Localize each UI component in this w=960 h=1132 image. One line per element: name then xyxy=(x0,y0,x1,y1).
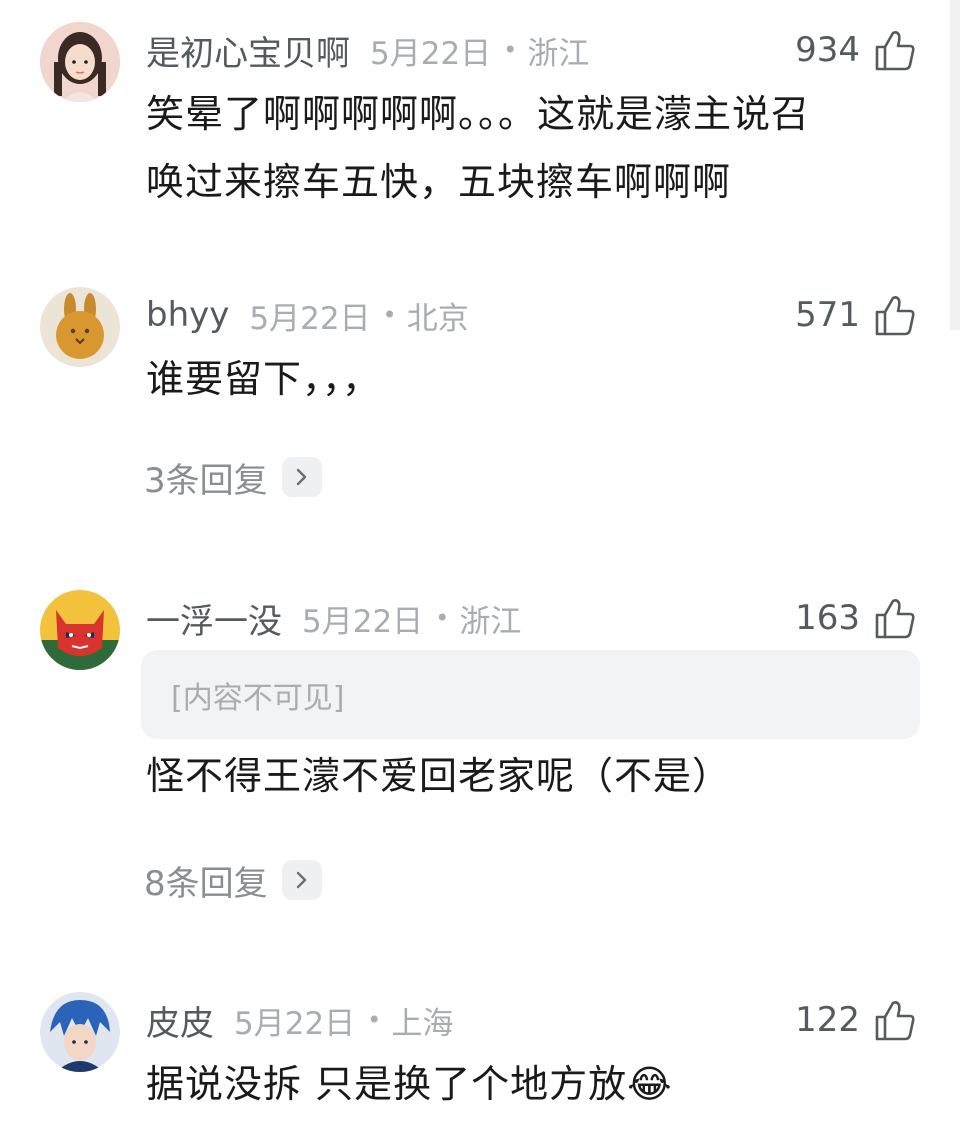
thumbs-up-icon xyxy=(875,1001,915,1041)
comment-text-body: 据说没拆 只是换了个地方放 xyxy=(146,1062,628,1106)
username[interactable]: bhyy xyxy=(146,295,229,335)
comment-text: 笑晕了啊啊啊啊啊。。。这就是濛主说召 唤过来擦车五快，五块擦车啊啊啊 xyxy=(146,80,926,216)
avatar[interactable] xyxy=(40,992,120,1072)
thumbs-up-icon xyxy=(875,599,915,639)
chevron-right-icon xyxy=(281,457,322,497)
comment-meta: 一浮一没 5月22日 • 浙江 xyxy=(146,590,521,646)
comment-text-line: 笑晕了啊啊啊啊啊。。。这就是濛主说召 xyxy=(146,92,811,136)
comment-meta: bhyy 5月22日 • 北京 xyxy=(146,287,469,343)
chevron-right-icon xyxy=(281,860,322,900)
separator-dot: • xyxy=(435,604,450,632)
separator-dot: • xyxy=(382,301,397,329)
like-count: 934 xyxy=(795,30,860,70)
comment-text: 谁要留下，，， xyxy=(146,357,382,401)
comment-location: 上海 xyxy=(391,1005,454,1042)
avatar[interactable] xyxy=(40,287,120,367)
scrollbar-track[interactable] xyxy=(950,0,960,330)
like-count: 163 xyxy=(795,598,860,638)
hidden-content-text: [内容不可见] xyxy=(171,680,345,716)
comment-date: 5月22日 xyxy=(302,603,424,640)
like-button[interactable]: 934 xyxy=(795,22,916,78)
like-button[interactable]: 122 xyxy=(795,992,916,1048)
view-replies-button[interactable]: 3条回复 xyxy=(144,455,322,501)
comment-date: 5月22日 xyxy=(370,35,492,72)
separator-dot: • xyxy=(367,1006,382,1034)
thumbs-up-icon xyxy=(875,31,915,71)
view-replies-button[interactable]: 8条回复 xyxy=(144,858,322,904)
username[interactable]: 是初心宝贝啊 xyxy=(146,26,350,75)
quoted-reply-box[interactable]: [内容不可见] xyxy=(141,650,920,739)
comment-meta: 皮皮 5月22日 • 上海 xyxy=(146,992,453,1048)
thumbs-up-icon xyxy=(875,296,915,336)
comment-date: 5月22日 xyxy=(234,1005,356,1042)
laughing-crying-emoji-icon: 😂 xyxy=(627,1062,673,1106)
comment-location: 浙江 xyxy=(459,603,522,640)
comment-text: 据说没拆 只是换了个地方放😂 xyxy=(146,1050,926,1118)
comment-date: 5月22日 xyxy=(249,300,371,337)
comment-location: 浙江 xyxy=(527,35,590,72)
separator-dot: • xyxy=(503,36,518,64)
like-button[interactable]: 163 xyxy=(795,590,916,646)
like-count: 571 xyxy=(795,295,860,335)
username[interactable]: 皮皮 xyxy=(146,996,214,1045)
avatar[interactable] xyxy=(40,590,120,670)
comment-location: 北京 xyxy=(406,300,469,337)
like-count: 122 xyxy=(795,1000,860,1040)
username[interactable]: 一浮一没 xyxy=(146,594,282,643)
avatar[interactable] xyxy=(40,22,120,102)
replies-count: 3条回复 xyxy=(144,460,268,501)
like-button[interactable]: 571 xyxy=(795,287,916,343)
comment-text: 怪不得王濛不爱回老家呢（不是） xyxy=(146,754,732,798)
replies-count: 8条回复 xyxy=(144,863,268,904)
comment-meta: 是初心宝贝啊 5月22日 • 浙江 xyxy=(146,22,589,78)
comment-text-line: 唤过来擦车五快，五块擦车啊啊啊 xyxy=(146,160,732,204)
